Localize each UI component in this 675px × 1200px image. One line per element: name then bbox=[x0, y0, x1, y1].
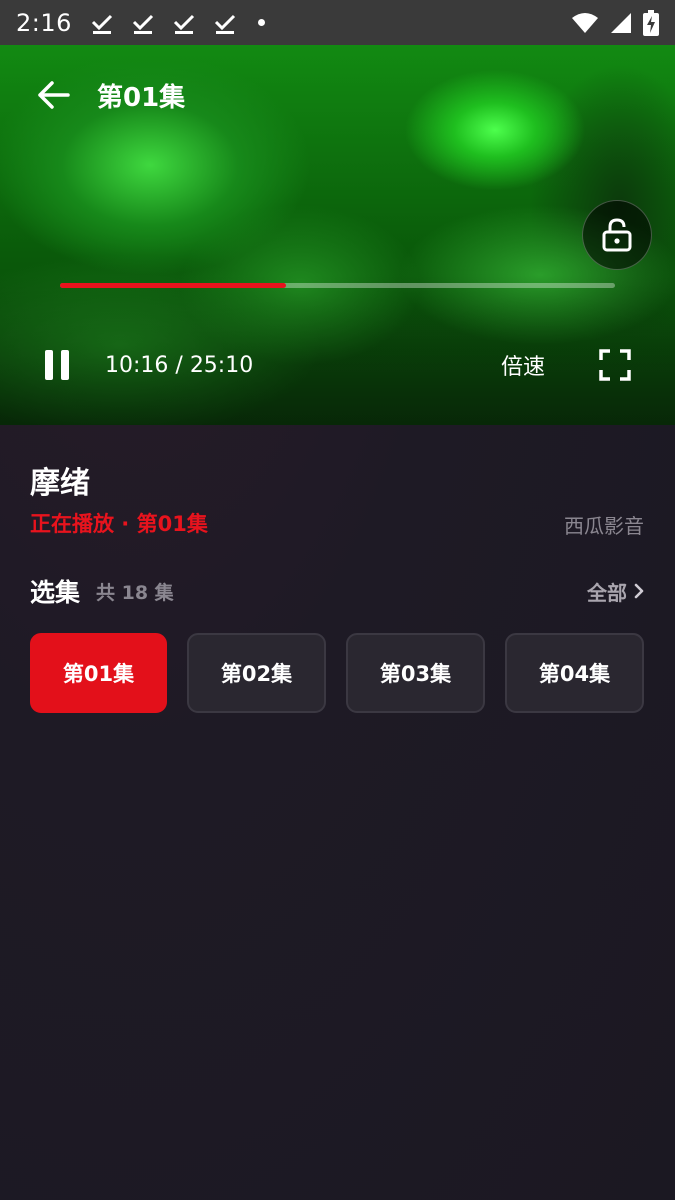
pause-bar-right bbox=[61, 350, 69, 380]
cell-signal-icon bbox=[611, 12, 631, 33]
episode-button-01[interactable]: 第01集 bbox=[30, 633, 167, 713]
all-episodes-link[interactable]: 全部 bbox=[587, 577, 645, 606]
episode-count: 共 18 集 bbox=[96, 581, 174, 604]
current-time: 10:16 bbox=[105, 352, 169, 378]
episode-button-04[interactable]: 第04集 bbox=[505, 633, 644, 713]
download-done-icon bbox=[132, 14, 153, 34]
now-playing-label: 正在播放 · 第01集 bbox=[30, 512, 208, 536]
player-controls: 10:16 / 25:10 倍速 bbox=[0, 343, 675, 387]
arrow-back-icon bbox=[38, 81, 70, 109]
playback-speed-button[interactable]: 倍速 bbox=[501, 349, 545, 381]
download-done-icon bbox=[214, 14, 235, 34]
status-bar: 2:16 bbox=[0, 0, 675, 45]
player-header: 第01集 bbox=[0, 45, 675, 145]
battery-charging-icon bbox=[643, 9, 659, 36]
episode-button-03[interactable]: 第03集 bbox=[346, 633, 485, 713]
status-time: 2:16 bbox=[16, 8, 72, 37]
all-episodes-label: 全部 bbox=[587, 580, 627, 605]
total-duration: 25:10 bbox=[189, 352, 254, 378]
wifi-icon bbox=[572, 12, 598, 33]
episode-button-02[interactable]: 第02集 bbox=[187, 633, 326, 713]
player-episode-title: 第01集 bbox=[97, 82, 186, 113]
source-label: 西瓜影音 bbox=[564, 514, 644, 538]
status-indicators bbox=[571, 9, 659, 36]
show-title: 摩绪 bbox=[30, 466, 90, 501]
playback-progress-bar[interactable] bbox=[60, 283, 615, 288]
screen-lock-button[interactable] bbox=[582, 200, 652, 270]
pause-button[interactable] bbox=[45, 348, 75, 382]
back-button[interactable] bbox=[29, 71, 77, 119]
playback-time: 10:16 / 25:10 bbox=[105, 353, 253, 378]
video-player[interactable]: 第01集 10:16 / 25:10 倍速 bbox=[0, 45, 675, 425]
pause-bar-left bbox=[45, 350, 53, 380]
playback-progress-fill bbox=[60, 283, 287, 288]
time-separator: / bbox=[168, 352, 190, 378]
episode-section-header: 选集 共 18 集 全部 bbox=[30, 572, 645, 610]
lock-open-icon bbox=[602, 218, 632, 252]
fullscreen-icon[interactable] bbox=[599, 349, 631, 381]
download-done-icon bbox=[91, 14, 112, 34]
chevron-right-icon bbox=[634, 583, 644, 599]
episode-list: 第01集 第02集 第03集 第04集 bbox=[30, 633, 645, 716]
episode-section-title: 选集 bbox=[30, 578, 81, 607]
download-done-icon bbox=[173, 14, 194, 34]
notification-dot-icon bbox=[257, 19, 265, 26]
